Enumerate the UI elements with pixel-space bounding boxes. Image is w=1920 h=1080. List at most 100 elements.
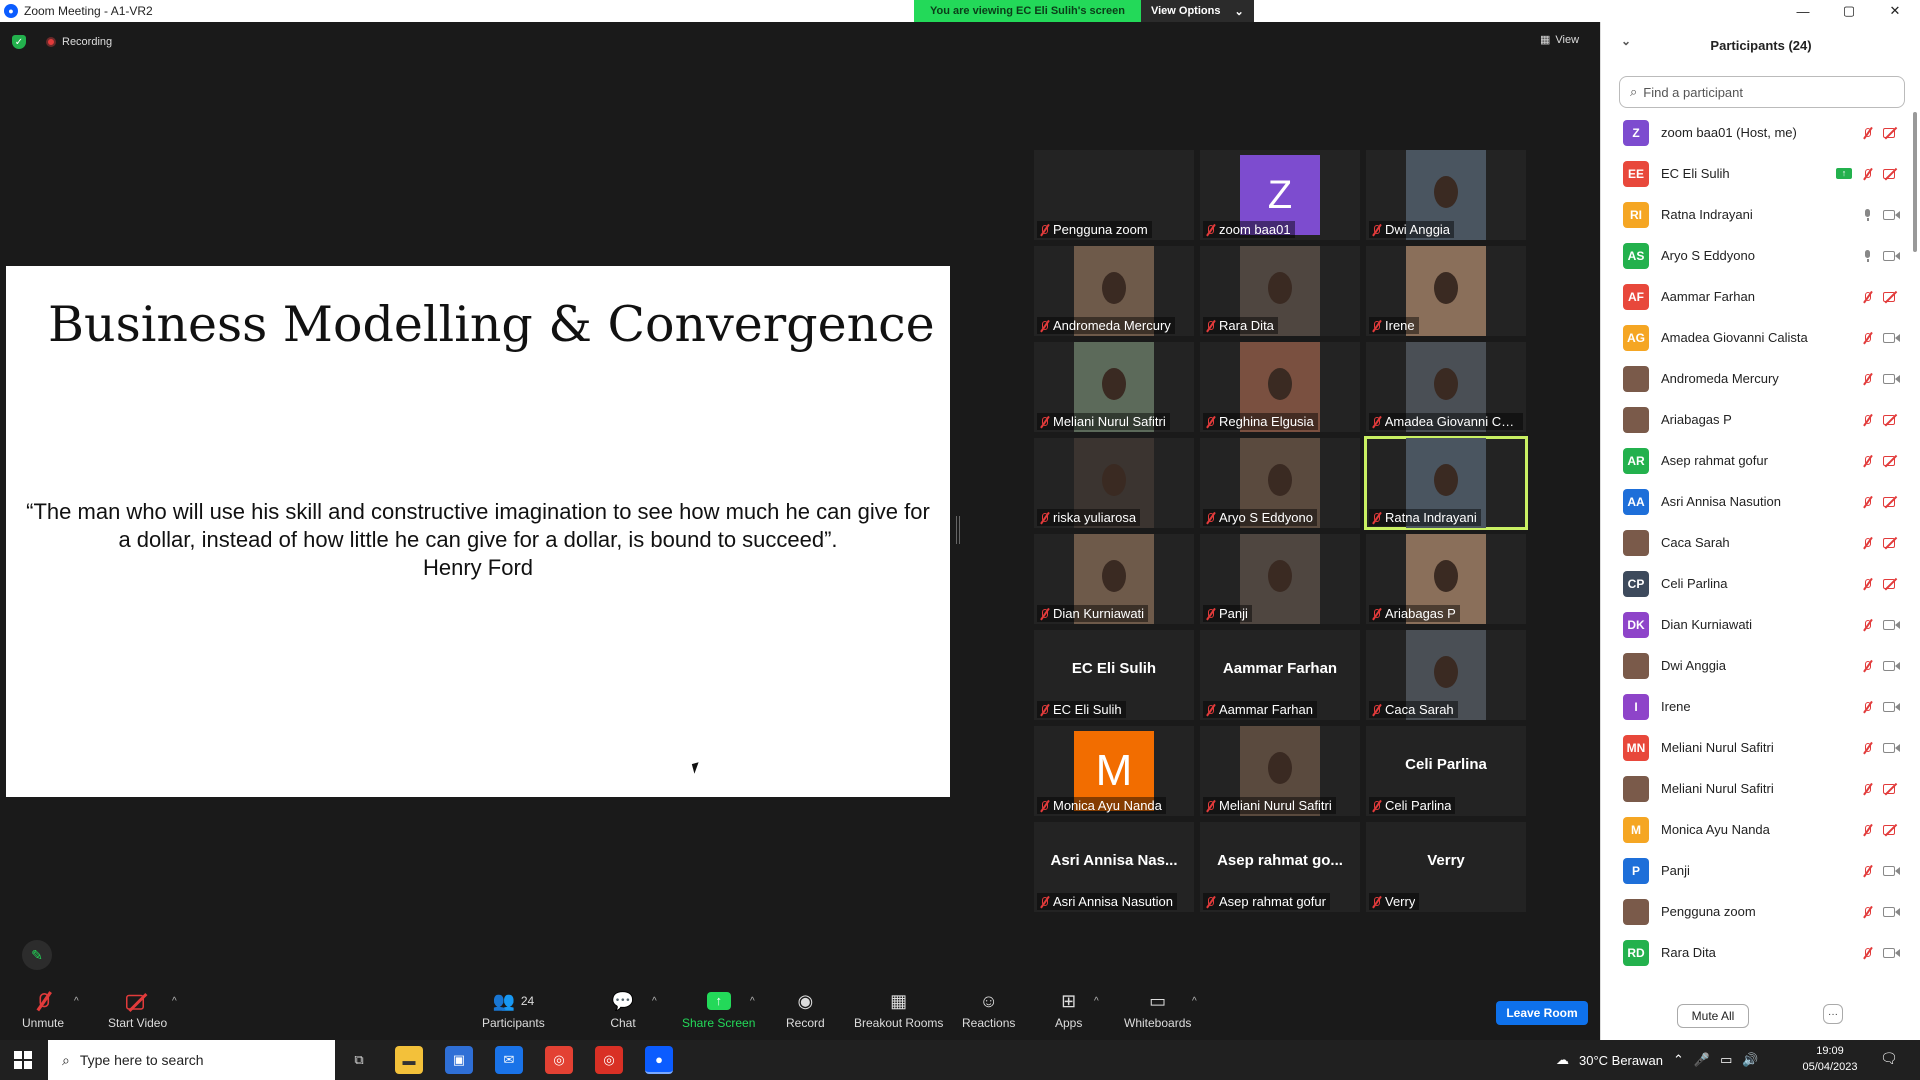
whiteboards-button[interactable]: ▭ Whiteboards [1124, 990, 1191, 1031]
start-video-button[interactable]: Start Video [108, 990, 167, 1030]
video-tile[interactable]: Rara Dita [1200, 246, 1360, 336]
weather-label[interactable]: 30°C Berawan [1579, 1053, 1663, 1068]
taskbar-search-input[interactable]: ⌕ Type here to search [48, 1040, 335, 1080]
participant-list-scrollbar[interactable] [1913, 112, 1917, 252]
share-screen-button[interactable]: ↑ Share Screen [682, 990, 755, 1030]
video-tile[interactable]: Caca Sarah [1366, 630, 1526, 720]
video-tile[interactable]: Dwi Anggia [1366, 150, 1526, 240]
participant-row[interactable]: AS Aryo S Eddyono [1601, 235, 1920, 276]
participant-row[interactable]: AR Asep rahmat gofur [1601, 440, 1920, 481]
chevron-down-icon[interactable]: ⌄ [1621, 34, 1631, 48]
whiteboard-options-caret-icon[interactable]: ^ [1192, 996, 1197, 1007]
view-button[interactable]: ▦ View [1540, 33, 1579, 47]
video-tile[interactable]: Panji [1200, 534, 1360, 624]
video-tile[interactable]: Zzoom baa01 [1200, 150, 1360, 240]
participant-row[interactable]: M Monica Ayu Nanda [1601, 809, 1920, 850]
video-tile[interactable]: Pengguna zoom [1034, 150, 1194, 240]
video-tile[interactable]: Asri Annisa Nas... Asri Annisa Nasution [1034, 822, 1194, 912]
chat-button[interactable]: 💬 Chat [610, 990, 636, 1031]
breakout-rooms-button[interactable]: ▦ Breakout Rooms [854, 990, 943, 1031]
video-tile[interactable]: Ariabagas P [1366, 534, 1526, 624]
video-tile[interactable]: Ratna Indrayani [1364, 436, 1528, 530]
more-options-icon[interactable]: ··· [1823, 1004, 1843, 1024]
video-tile[interactable]: M Monica Ayu Nanda [1034, 726, 1194, 816]
participant-row[interactable]: RI Ratna Indrayani [1601, 194, 1920, 235]
notification-icon[interactable]: 🗨 [1880, 1050, 1898, 1067]
participant-row[interactable]: I Irene [1601, 686, 1920, 727]
close-button[interactable]: ✕ [1872, 0, 1918, 22]
participant-row[interactable]: RD Rara Dita [1601, 932, 1920, 973]
maximize-button[interactable]: ▢ [1826, 0, 1872, 22]
record-icon: ◉ [797, 990, 814, 1011]
participants-button[interactable]: 👥 24 Participants [482, 990, 545, 1031]
security-shield-icon[interactable]: ✓ [12, 35, 26, 49]
mic-muted-icon [1205, 800, 1216, 812]
share-options-caret-icon[interactable]: ^ [750, 996, 755, 1007]
mute-all-button[interactable]: Mute All [1677, 1004, 1749, 1028]
video-tile[interactable]: Amadea Giovanni Cal... [1366, 342, 1526, 432]
unmute-button[interactable]: Unmute [22, 990, 64, 1030]
chrome-icon[interactable]: ◎ [545, 1046, 573, 1074]
participant-row[interactable]: Dwi Anggia [1601, 645, 1920, 686]
participant-name-tag: Asep rahmat gofur [1203, 893, 1330, 910]
participant-name-tag: Aammar Farhan [1203, 701, 1317, 718]
video-tile[interactable]: EC Eli Sulih EC Eli Sulih [1034, 630, 1194, 720]
windows-start-icon[interactable] [14, 1051, 32, 1069]
video-tile[interactable]: Asep rahmat go... Asep rahmat gofur [1200, 822, 1360, 912]
chevron-up-icon[interactable]: ⌃ [1673, 1052, 1684, 1068]
participant-row[interactable]: Caca Sarah [1601, 522, 1920, 563]
video-tile[interactable]: Aammar Farhan Aammar Farhan [1200, 630, 1360, 720]
participant-row[interactable]: AA Asri Annisa Nasution [1601, 481, 1920, 522]
view-options-button[interactable]: View Options ⌄ [1140, 0, 1254, 22]
video-options-caret-icon[interactable]: ^ [172, 996, 177, 1007]
participant-row[interactable]: AG Amadea Giovanni Calista [1601, 317, 1920, 358]
audio-options-caret-icon[interactable]: ^ [74, 996, 79, 1007]
participant-name-tag: Reghina Elgusia [1203, 413, 1318, 430]
video-tile[interactable]: Andromeda Mercury [1034, 246, 1194, 336]
participant-row[interactable]: AF Aammar Farhan [1601, 276, 1920, 317]
participant-row[interactable]: Andromeda Mercury [1601, 358, 1920, 399]
mic-muted-icon [1862, 455, 1873, 467]
recording-indicator[interactable]: Recording [46, 36, 112, 48]
participant-row[interactable]: Ariabagas P [1601, 399, 1920, 440]
store-icon[interactable]: ▣ [445, 1046, 473, 1074]
file-explorer-icon[interactable]: ▬ [395, 1046, 423, 1074]
annotate-pencil-icon[interactable]: ✎ [22, 940, 52, 970]
apps-options-caret-icon[interactable]: ^ [1094, 996, 1099, 1007]
network-icon[interactable]: ▭ [1720, 1052, 1732, 1068]
participant-row[interactable]: P Panji [1601, 850, 1920, 891]
participant-name: Meliani Nurul Safitri [1661, 740, 1774, 755]
video-tile[interactable]: Meliani Nurul Safitri [1200, 726, 1360, 816]
video-tile[interactable]: Irene [1366, 246, 1526, 336]
participant-name-placeholder: Aammar Farhan [1222, 660, 1338, 677]
taskbar-clock[interactable]: 19:09 05/04/2023 [1790, 1043, 1870, 1075]
chat-options-caret-icon[interactable]: ^ [652, 996, 657, 1007]
video-tile[interactable]: Dian Kurniawati [1034, 534, 1194, 624]
video-tile[interactable]: Celi Parlina Celi Parlina [1366, 726, 1526, 816]
record-button[interactable]: ◉ Record [786, 990, 825, 1031]
participant-row[interactable]: Pengguna zoom [1601, 891, 1920, 932]
volume-icon[interactable]: 🔊 [1742, 1052, 1758, 1068]
video-tile[interactable]: Meliani Nurul Safitri [1034, 342, 1194, 432]
reactions-button[interactable]: ☺ Reactions [962, 990, 1015, 1031]
chrome-profile-icon[interactable]: ◎ [595, 1046, 623, 1074]
participant-search-input[interactable]: ⌕ Find a participant [1619, 76, 1905, 108]
apps-button[interactable]: ⊞ Apps [1055, 990, 1082, 1031]
participant-row[interactable]: CP Celi Parlina [1601, 563, 1920, 604]
participant-row[interactable]: Meliani Nurul Safitri [1601, 768, 1920, 809]
split-view-handle[interactable] [956, 516, 960, 544]
zoom-taskbar-icon[interactable]: ● [645, 1046, 673, 1074]
leave-room-button[interactable]: Leave Room [1496, 1001, 1588, 1025]
minimize-button[interactable]: — [1780, 0, 1826, 22]
video-tile[interactable]: riska yuliarosa [1034, 438, 1194, 528]
participant-status [1862, 947, 1900, 959]
participant-row[interactable]: MN Meliani Nurul Safitri [1601, 727, 1920, 768]
task-view-icon[interactable]: ⧉ [345, 1046, 373, 1074]
participant-row[interactable]: Z zoom baa01 (Host, me) [1601, 112, 1920, 153]
participant-row[interactable]: EE EC Eli Sulih ↑ [1601, 153, 1920, 194]
video-tile[interactable]: Verry Verry [1366, 822, 1526, 912]
participant-row[interactable]: DK Dian Kurniawati [1601, 604, 1920, 645]
mail-icon[interactable]: ✉ [495, 1046, 523, 1074]
video-tile[interactable]: Reghina Elgusia [1200, 342, 1360, 432]
video-tile[interactable]: Aryo S Eddyono [1200, 438, 1360, 528]
